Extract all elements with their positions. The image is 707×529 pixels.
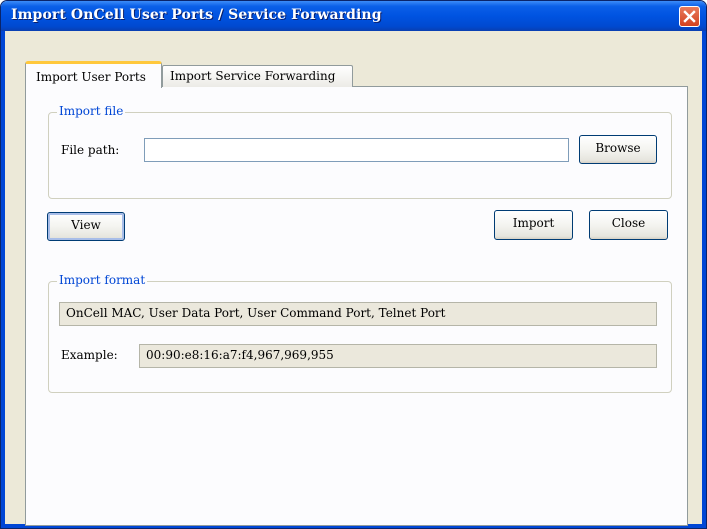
close-window-button[interactable] bbox=[679, 6, 700, 27]
close-button[interactable]: Close bbox=[589, 210, 668, 240]
file-path-label: File path: bbox=[61, 143, 120, 157]
example-label: Example: bbox=[61, 348, 118, 362]
tab-import-user-ports[interactable]: Import User Ports bbox=[25, 61, 162, 88]
import-file-legend: Import file bbox=[57, 104, 126, 118]
dialog-client-area: Import file File path: Browse View Impor… bbox=[5, 31, 702, 526]
tab-import-service-forwarding[interactable]: Import Service Forwarding bbox=[162, 65, 353, 87]
example-value: 00:90:e8:16:a7:f4,967,969,955 bbox=[139, 344, 657, 368]
browse-button[interactable]: Browse bbox=[579, 135, 657, 164]
import-dialog: Import OnCell User Ports / Service Forwa… bbox=[0, 0, 707, 529]
import-file-group: Import file File path: Browse bbox=[48, 104, 672, 199]
window-frame-right bbox=[702, 31, 706, 528]
window-title: Import OnCell User Ports / Service Forwa… bbox=[11, 7, 382, 23]
import-format-text: OnCell MAC, User Data Port, User Command… bbox=[59, 302, 657, 326]
import-format-legend: Import format bbox=[57, 273, 148, 287]
view-button[interactable]: View bbox=[47, 212, 125, 241]
tab-panel-import-user-ports: Import file File path: Browse View Impor… bbox=[25, 86, 688, 526]
close-icon bbox=[683, 10, 696, 23]
import-format-group: Import format OnCell MAC, User Data Port… bbox=[48, 273, 672, 393]
import-button[interactable]: Import bbox=[494, 210, 573, 240]
title-bar[interactable]: Import OnCell User Ports / Service Forwa… bbox=[1, 1, 706, 31]
file-path-input[interactable] bbox=[144, 138, 569, 162]
